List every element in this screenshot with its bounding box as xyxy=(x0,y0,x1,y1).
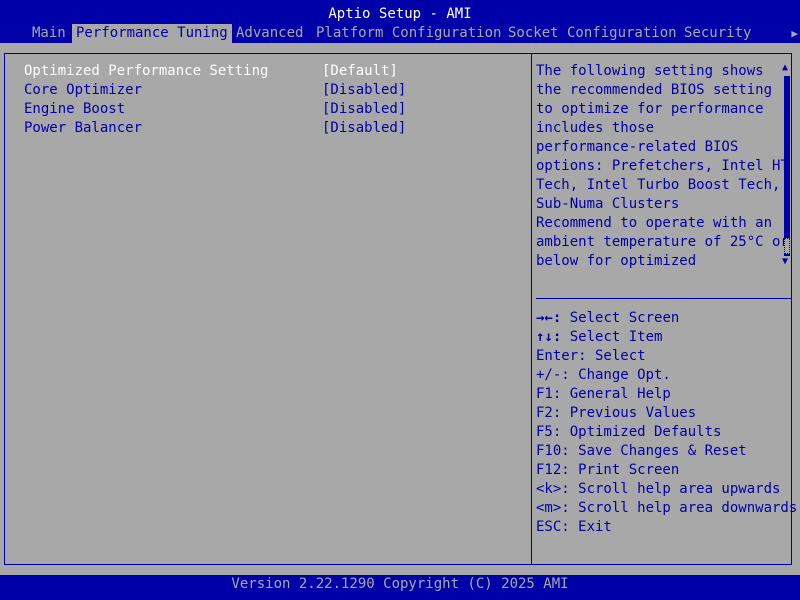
key-line: F12: Print Screen xyxy=(536,462,680,478)
help-text-area: The following setting shows the recommen… xyxy=(536,62,789,271)
main-panel: Optimized Performance Setting [Default] … xyxy=(0,43,800,575)
key-line: F5: Optimized Defaults xyxy=(536,424,722,440)
arrows-up-down-icon: ↑↓: xyxy=(536,329,562,345)
tab-socket-configuration[interactable]: Socket Configuration xyxy=(504,24,681,43)
help-line: Tech, Intel Turbo Boost Tech, xyxy=(536,177,781,193)
tab-platform-configuration[interactable]: Platform Configuration xyxy=(312,24,505,43)
help-line: includes those xyxy=(536,120,655,136)
tab-security[interactable]: Security xyxy=(680,24,755,43)
key-line: ESC: Exit xyxy=(536,519,612,535)
tab-performance-tuning[interactable]: Performance Tuning xyxy=(72,24,232,43)
key-line: F2: Previous Values xyxy=(536,405,697,421)
tab-bar: Main Performance Tuning Advanced Platfor… xyxy=(0,24,800,43)
arrows-left-right-icon: →←: xyxy=(536,310,562,326)
key-legend: →←: Select Screen ↑↓: Select Item Enter:… xyxy=(536,309,798,537)
key-line: ↑↓: Select Item xyxy=(536,328,792,347)
setting-engine-boost[interactable]: Engine Boost [Disabled] xyxy=(24,100,524,119)
tab-advanced[interactable]: Advanced xyxy=(232,24,307,43)
more-tabs-arrow-icon[interactable]: ▶ xyxy=(791,24,798,43)
help-line: the recommended BIOS setting xyxy=(536,82,773,98)
setting-value[interactable]: [Disabled] xyxy=(322,119,406,138)
footer-version: Version 2.22.1290 Copyright (C) 2025 AMI xyxy=(231,576,569,592)
setting-core-optimizer[interactable]: Core Optimizer [Disabled] xyxy=(24,81,524,100)
help-line: ambient temperature of 25°C or xyxy=(536,234,789,250)
setting-label: Power Balancer xyxy=(24,120,143,136)
panel-divider xyxy=(531,53,532,565)
setting-label: Optimized Performance Setting xyxy=(24,63,269,79)
key-line: <m>: Scroll help area downwards xyxy=(536,500,798,516)
help-line: to optimize for performance xyxy=(536,101,764,117)
help-line: performance-related BIOS xyxy=(536,139,739,155)
app-title: Aptio Setup - AMI xyxy=(328,6,472,22)
triangle-down-icon[interactable]: ▼ xyxy=(782,256,788,268)
settings-list: Optimized Performance Setting [Default] … xyxy=(24,62,524,138)
setting-value[interactable]: [Disabled] xyxy=(322,100,406,119)
help-line: below for optimized xyxy=(536,253,697,269)
scrollbar-thumb[interactable] xyxy=(784,238,790,254)
help-separator xyxy=(536,298,792,299)
setting-label: Engine Boost xyxy=(24,101,126,117)
help-line: options: Prefetchers, Intel HT xyxy=(536,158,789,174)
triangle-up-icon[interactable]: ▲ xyxy=(782,62,788,74)
setting-power-balancer[interactable]: Power Balancer [Disabled] xyxy=(24,119,524,138)
setting-label: Core Optimizer xyxy=(24,82,143,98)
key-line: F1: General Help xyxy=(536,386,671,402)
tab-main[interactable]: Main xyxy=(28,24,70,43)
help-line: The following setting shows xyxy=(536,63,764,79)
key-line: F10: Save Changes & Reset xyxy=(536,443,747,459)
help-line: Sub-Numa Clusters xyxy=(536,196,680,212)
key-line: <k>: Scroll help area upwards xyxy=(536,481,781,497)
key-desc: Select Item xyxy=(561,329,663,345)
help-line: Recommend to operate with an xyxy=(536,215,773,231)
key-line: →←: Select Screen xyxy=(536,309,792,328)
key-desc: Select Screen xyxy=(561,310,680,326)
scrollbar-track[interactable] xyxy=(784,76,790,256)
key-line: Enter: Select xyxy=(536,348,646,364)
setting-value[interactable]: [Disabled] xyxy=(322,81,406,100)
help-scrollbar[interactable]: ▲ ▼ xyxy=(782,62,794,270)
setting-optimized-performance[interactable]: Optimized Performance Setting [Default] xyxy=(24,62,524,81)
setting-value[interactable]: [Default] xyxy=(322,62,398,81)
key-line: +/-: Change Opt. xyxy=(536,367,671,383)
